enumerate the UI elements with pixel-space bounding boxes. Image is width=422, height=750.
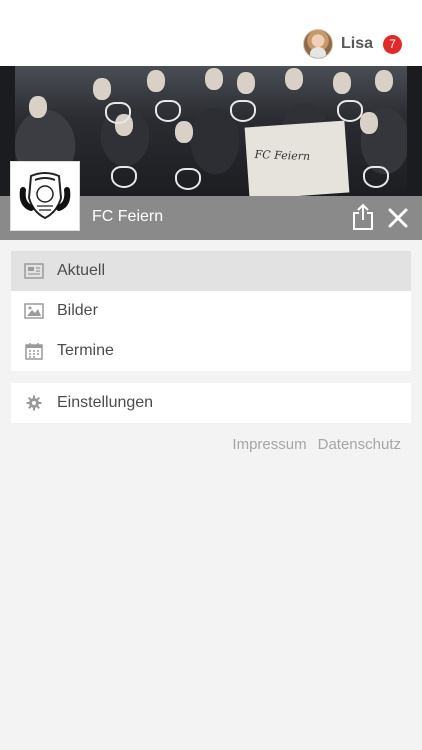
close-icon [388, 208, 408, 228]
image-icon [24, 301, 44, 321]
shirt-logo [175, 168, 201, 190]
gear-icon [24, 393, 44, 413]
notification-badge[interactable]: 7 [383, 34, 402, 54]
menu-item-bilder[interactable]: Bilder [11, 291, 411, 331]
team-member-face [285, 68, 303, 90]
main-menu: Aktuell Bilder Termine [11, 251, 411, 371]
team-member-face [93, 78, 111, 100]
settings-menu: Einstellungen [11, 383, 411, 423]
user-menu[interactable]: Lisa 7 [302, 29, 402, 59]
footer-links: Impressum Datenschutz [232, 436, 401, 453]
team-member-face [147, 70, 165, 92]
team-member-face [333, 72, 351, 94]
shirt-logo [155, 100, 181, 122]
team-member-face [360, 112, 378, 134]
share-icon [353, 203, 373, 230]
shirt-logo [337, 100, 363, 122]
banner-text: FC Feiern [254, 148, 311, 163]
club-crest-icon [19, 172, 71, 220]
user-name[interactable]: Lisa [341, 35, 373, 53]
top-bar: Lisa 7 [0, 0, 422, 66]
calendar-icon [24, 341, 44, 361]
impressum-link[interactable]: Impressum [232, 436, 306, 453]
shirt-logo [111, 166, 137, 188]
shirt-logo [230, 100, 256, 122]
menu-item-aktuell[interactable]: Aktuell [11, 251, 411, 291]
menu-label: Termine [57, 342, 114, 359]
avatar[interactable] [302, 29, 333, 59]
shirt-logo [105, 102, 131, 124]
menu-label: Aktuell [57, 262, 106, 279]
team-member-face [175, 121, 193, 143]
menu-item-einstellungen[interactable]: Einstellungen [11, 383, 411, 423]
newspaper-icon [24, 261, 44, 281]
club-logo [10, 161, 80, 231]
close-button[interactable] [386, 206, 410, 230]
team-member-face [29, 96, 47, 118]
team-member-face [205, 68, 223, 90]
menu-label: Einstellungen [57, 394, 154, 411]
menu-label: Bilder [57, 302, 98, 319]
menu-item-termine[interactable]: Termine [11, 331, 411, 371]
team-member-face [237, 72, 255, 94]
team-member-face [375, 70, 393, 92]
team-banner: FC Feiern [244, 120, 350, 200]
shirt-logo [363, 166, 389, 188]
club-header: FC Feiern FC Feiern [0, 66, 422, 240]
club-name: FC Feiern [92, 208, 164, 225]
datenschutz-link[interactable]: Datenschutz [318, 436, 401, 453]
share-button[interactable] [350, 202, 376, 232]
